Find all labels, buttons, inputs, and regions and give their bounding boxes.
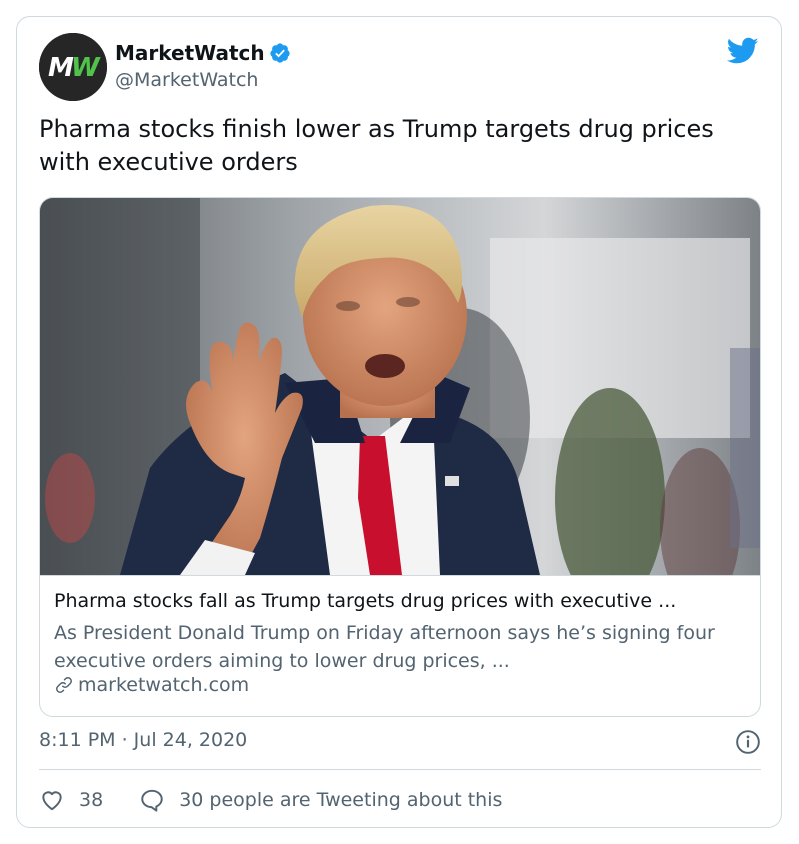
link-icon [56, 677, 72, 693]
card-photo [40, 198, 760, 575]
engagement-bar: 38 30 people are Tweeting about this [39, 787, 502, 813]
card-body[interactable]: Pharma stocks fall as Trump targets drug… [40, 575, 760, 716]
card-image[interactable] [40, 198, 760, 575]
twitter-bird-icon[interactable] [727, 37, 759, 65]
divider [39, 769, 761, 770]
card-title: Pharma stocks fall as Trump targets drug… [54, 590, 677, 612]
author-avatar[interactable]: M W [39, 33, 107, 101]
marketwatch-logo: M W [39, 33, 107, 101]
speech-bubble-icon[interactable] [139, 787, 165, 813]
card-domain: marketwatch.com [54, 674, 249, 696]
tweet-text: Pharma stocks finish lower as Trump targ… [39, 115, 714, 176]
heart-icon[interactable] [39, 787, 65, 813]
tweet-timestamp[interactable]: 8:11 PM · Jul 24, 2020 [39, 729, 247, 751]
card-domain-text: marketwatch.com [78, 674, 250, 696]
author-name[interactable]: MarketWatch [115, 41, 291, 65]
conversation-link[interactable]: 30 people are Tweeting about this [179, 789, 502, 811]
author-handle[interactable]: @MarketWatch [115, 69, 258, 91]
info-icon[interactable] [735, 729, 761, 755]
logo-letter-w: W [71, 53, 101, 83]
verified-badge-icon [270, 43, 290, 63]
link-preview-card[interactable]: Pharma stocks fall as Trump targets drug… [39, 197, 761, 717]
author-name-text: MarketWatch [115, 41, 265, 65]
tweet-embed[interactable]: M W MarketWatch @MarketWatch Pharma stoc… [16, 16, 782, 828]
card-description: As President Donald Trump on Friday afte… [54, 622, 715, 672]
like-count[interactable]: 38 [79, 789, 103, 811]
